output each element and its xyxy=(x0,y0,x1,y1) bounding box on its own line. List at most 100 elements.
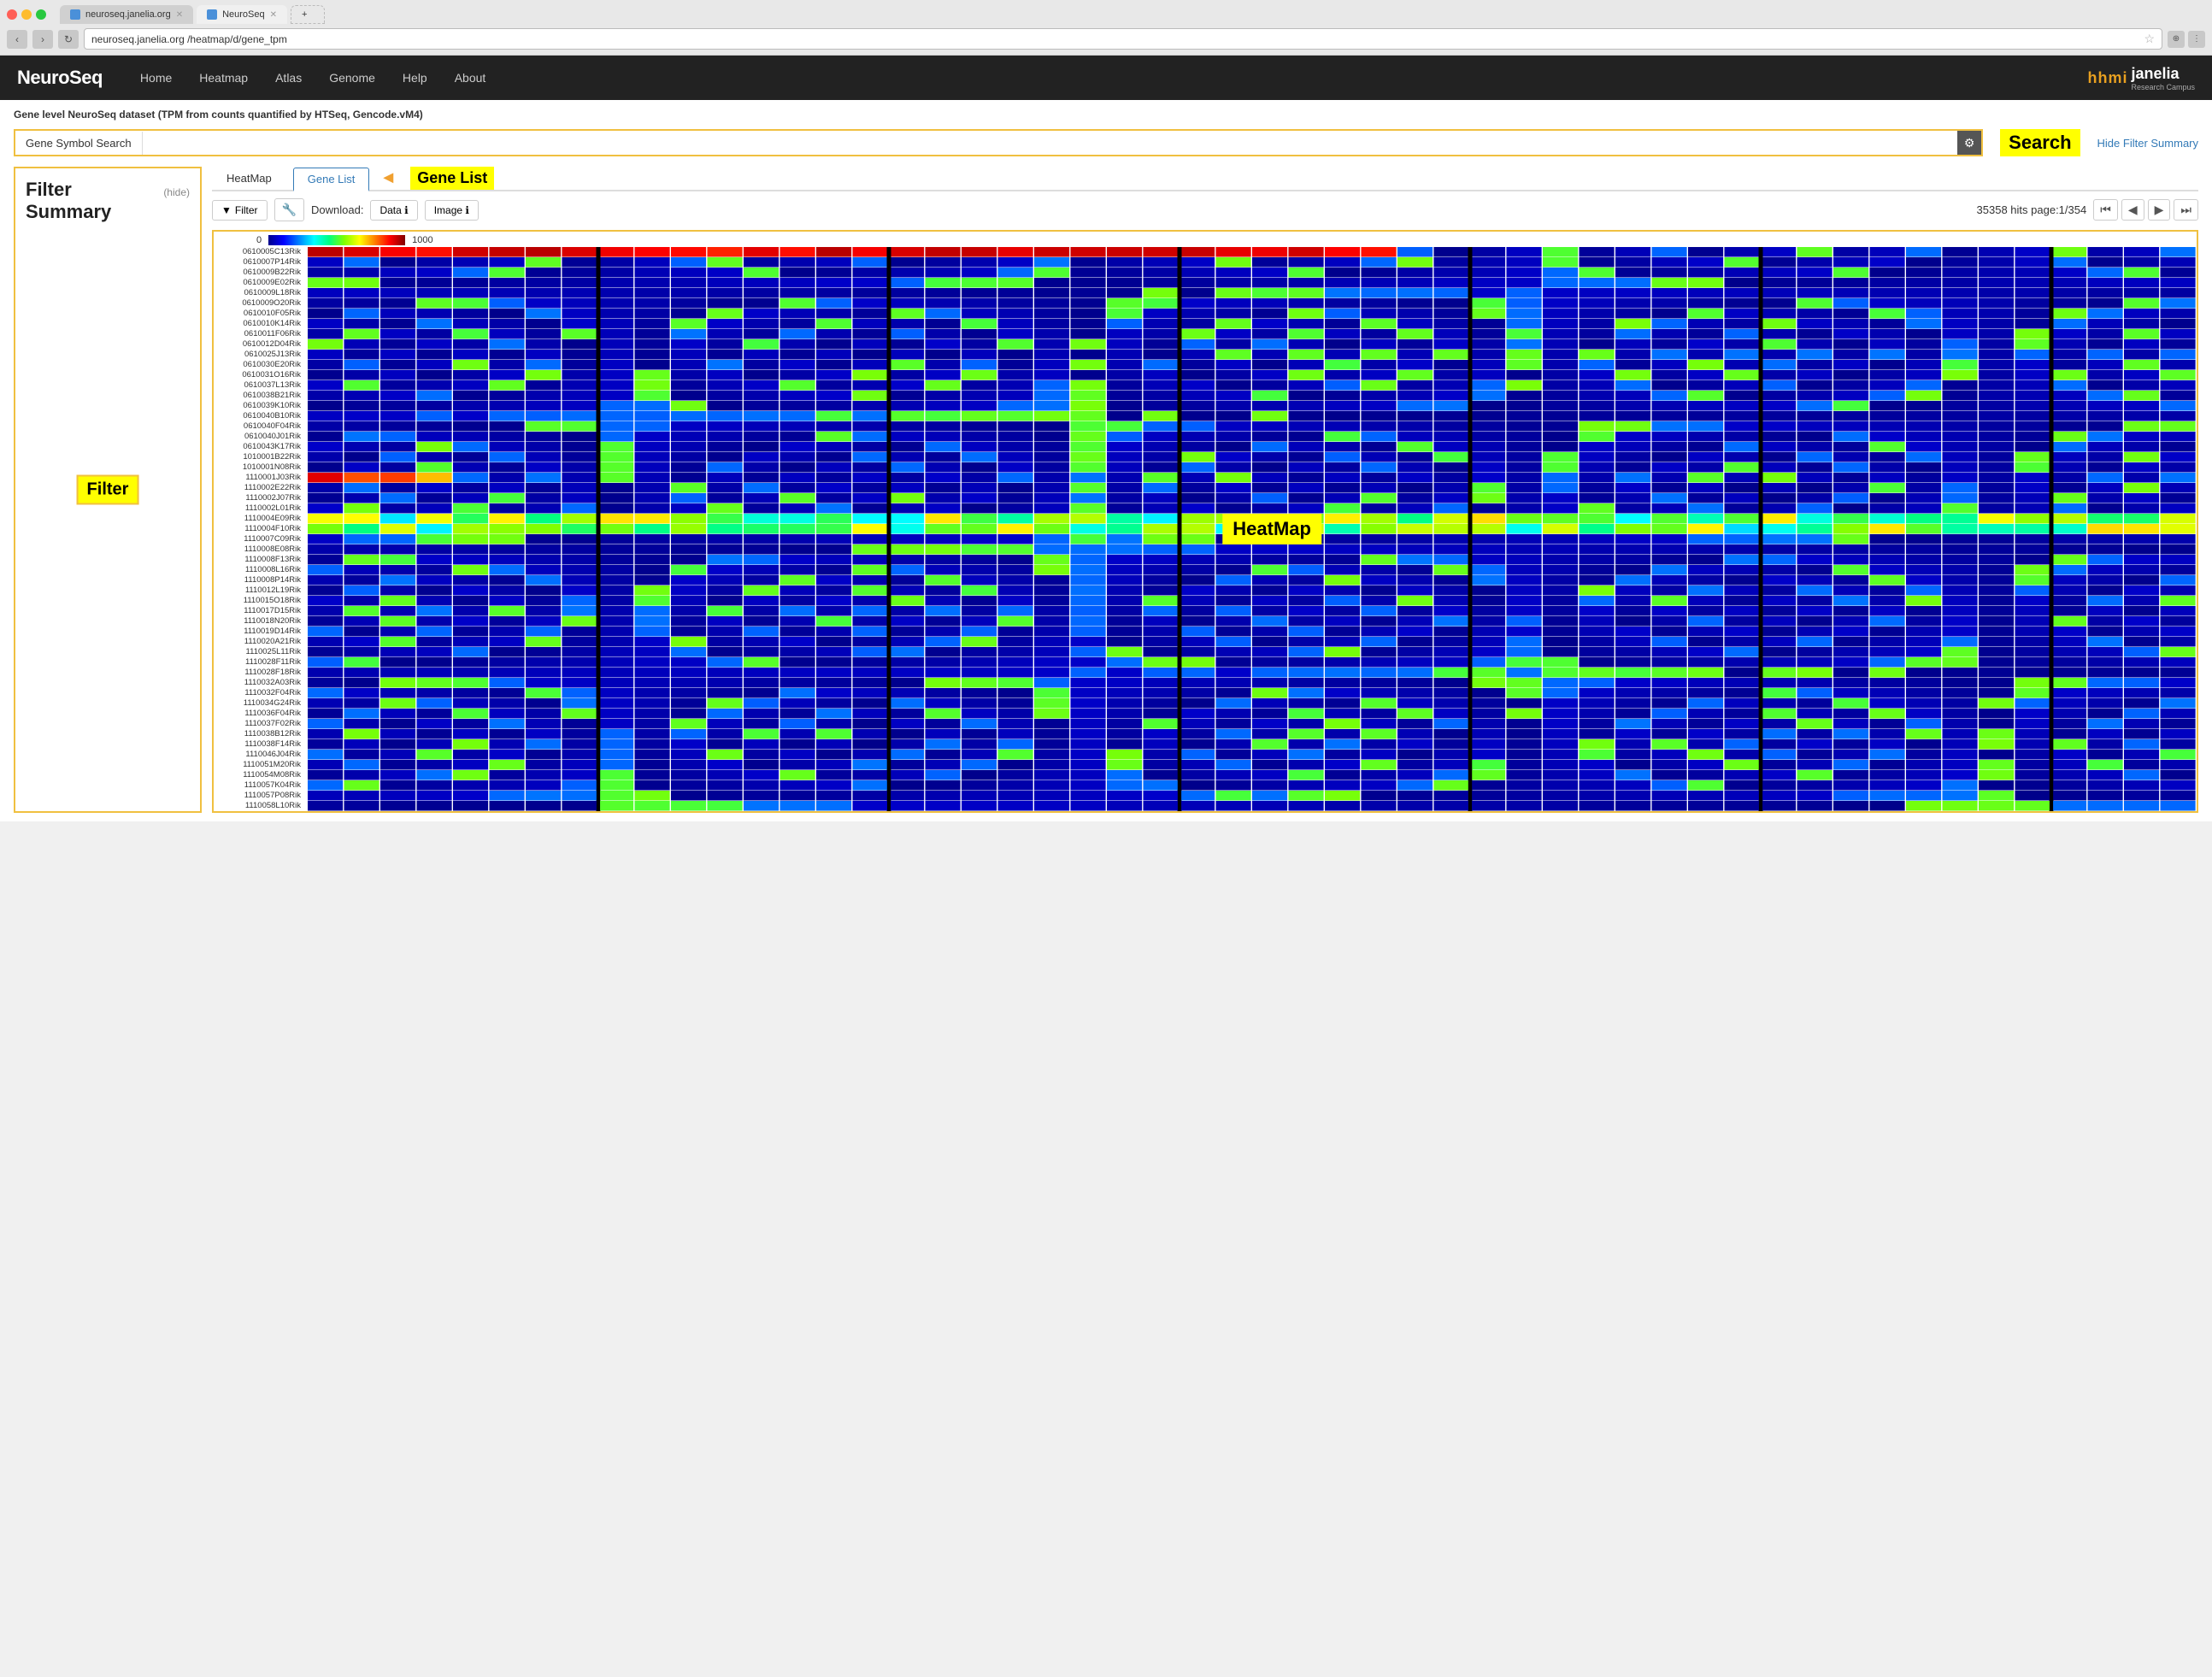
data-download-btn[interactable]: Data ℹ xyxy=(370,200,417,221)
tab-label-2: NeuroSeq xyxy=(222,9,265,20)
gene-label: 1110002J07Rik xyxy=(214,493,304,503)
image-download-btn[interactable]: Image ℹ xyxy=(425,200,479,221)
gene-label: 1110038F14Rik xyxy=(214,739,304,750)
nav-genome[interactable]: Genome xyxy=(317,66,387,90)
heatmap-grid: HeatMap xyxy=(308,247,2197,811)
hide-filter-link[interactable]: Hide Filter Summary xyxy=(2097,137,2198,150)
gene-label: 1010001B22Rik xyxy=(214,452,304,462)
gene-label: 0610009O20Rik xyxy=(214,298,304,309)
gene-label: 1110051M20Rik xyxy=(214,760,304,770)
gene-label: 0610040B10Rik xyxy=(214,411,304,421)
address-bar[interactable]: neuroseq.janelia.org /heatmap/d/gene_tpm… xyxy=(84,28,2162,50)
next-page-btn[interactable]: ▶ xyxy=(2148,199,2171,221)
nav-home[interactable]: Home xyxy=(128,66,184,90)
dataset-title: Gene level NeuroSeq dataset (TPM from co… xyxy=(14,109,2198,121)
filter-hide-btn[interactable]: (hide) xyxy=(163,186,190,198)
hhmi-logo: hhmi xyxy=(2087,69,2127,87)
nav-about[interactable]: About xyxy=(443,66,498,90)
gene-label: 1110028F11Rik xyxy=(214,657,304,668)
new-tab-btn[interactable]: + xyxy=(291,5,325,24)
reload-btn[interactable]: ↻ xyxy=(58,30,79,49)
nav-help[interactable]: Help xyxy=(391,66,439,90)
gene-label: 0610009B22Rik xyxy=(214,268,304,278)
nav-heatmap[interactable]: Heatmap xyxy=(187,66,260,90)
legend-max: 1000 xyxy=(412,235,432,245)
gene-label: 0610038B21Rik xyxy=(214,391,304,401)
minimize-window-btn[interactable] xyxy=(21,9,32,20)
back-btn[interactable]: ‹ xyxy=(7,30,27,49)
gene-label: 1110015O18Rik xyxy=(214,596,304,606)
gene-label: 1110037F02Rik xyxy=(214,719,304,729)
extensions-icon[interactable]: ⊕ xyxy=(2168,31,2185,48)
gene-label: 1110036F04Rik xyxy=(214,709,304,719)
gene-label: 0610040F04Rik xyxy=(214,421,304,432)
search-label: Gene Symbol Search xyxy=(15,132,143,155)
gene-label: 1110008L16Rik xyxy=(214,565,304,575)
gene-label: 0610025J13Rik xyxy=(214,350,304,360)
hits-info: 35358 hits page:1/354 xyxy=(1977,203,2087,216)
search-submit-btn[interactable]: ⚙ xyxy=(1957,131,1981,155)
page-content: Gene level NeuroSeq dataset (TPM from co… xyxy=(0,100,2212,821)
heatmap-svg xyxy=(308,247,2197,811)
gene-label: 1110038B12Rik xyxy=(214,729,304,739)
filter-panel: Filter Summary (hide) Filter xyxy=(14,167,202,813)
filter-icon: ▼ xyxy=(221,204,232,216)
legend-scale xyxy=(268,235,405,245)
gene-label: 1010001N08Rik xyxy=(214,462,304,473)
forward-btn[interactable]: › xyxy=(32,30,53,49)
filter-button[interactable]: ▼ Filter xyxy=(212,200,268,221)
gene-label: 1110028F18Rik xyxy=(214,668,304,678)
janelia-logo: janelia xyxy=(2131,65,2179,82)
nav-links: Home Heatmap Atlas Genome Help About xyxy=(128,66,2088,90)
gene-label: 1110032F04Rik xyxy=(214,688,304,698)
search-row: Gene Symbol Search ⚙ Search Hide Filter … xyxy=(14,129,2198,156)
search-annotation: Search xyxy=(2000,129,2080,156)
filter-annotation: Filter xyxy=(77,475,139,505)
controls-row: ▼ Filter 🔧 Download: Data ℹ Image ℹ 3535… xyxy=(212,198,2198,221)
wrench-button[interactable]: 🔧 xyxy=(274,198,304,221)
nav-atlas[interactable]: Atlas xyxy=(263,66,314,90)
gene-label: 0610012D04Rik xyxy=(214,339,304,350)
gene-label: 1110018N20Rik xyxy=(214,616,304,627)
menu-icon[interactable]: ⋮ xyxy=(2188,31,2205,48)
gene-label: 1110020A21Rik xyxy=(214,637,304,647)
gene-label: 0610007P14Rik xyxy=(214,257,304,268)
gene-label: 0610031O16Rik xyxy=(214,370,304,380)
browser-chrome: neuroseq.janelia.org ✕ NeuroSeq ✕ + ‹ › … xyxy=(0,0,2212,56)
browser-tab-2[interactable]: NeuroSeq ✕ xyxy=(197,5,287,24)
bookmark-icon[interactable]: ☆ xyxy=(2144,32,2155,46)
gene-label: 1110046J04Rik xyxy=(214,750,304,760)
gene-label: 1110025L11Rik xyxy=(214,647,304,657)
tab-favicon-2 xyxy=(207,9,217,20)
tab-close-1[interactable]: ✕ xyxy=(176,10,183,20)
search-input[interactable] xyxy=(143,132,1958,155)
gene-label: 1110008P14Rik xyxy=(214,575,304,585)
gene-label: 1110057K04Rik xyxy=(214,780,304,791)
prev-page-btn[interactable]: ◀ xyxy=(2121,199,2144,221)
gene-label: 1110012L19Rik xyxy=(214,585,304,596)
gene-label: 0610005C13Rik xyxy=(214,247,304,257)
content-area: HeatMap Gene List ◄ Gene List ▼ Filter 🔧… xyxy=(202,167,2198,813)
gene-label: 0610043K17Rik xyxy=(214,442,304,452)
maximize-window-btn[interactable] xyxy=(36,9,46,20)
url-path: /heatmap/d/gene_tpm xyxy=(187,33,287,45)
browser-tab-1[interactable]: neuroseq.janelia.org ✕ xyxy=(60,5,193,24)
tab-heatmap[interactable]: HeatMap xyxy=(212,167,286,190)
traffic-lights xyxy=(7,9,46,20)
gene-label: 0610010K14Rik xyxy=(214,319,304,329)
toolbar-icons: ⊕ ⋮ xyxy=(2168,31,2205,48)
app: NeuroSeq Home Heatmap Atlas Genome Help … xyxy=(0,56,2212,821)
tab-gene-list[interactable]: Gene List xyxy=(293,168,370,191)
close-window-btn[interactable] xyxy=(7,9,17,20)
tab-label-1: neuroseq.janelia.org xyxy=(85,9,171,20)
gene-label: 1110002L01Rik xyxy=(214,503,304,514)
browser-controls: ‹ › ↻ neuroseq.janelia.org /heatmap/d/ge… xyxy=(7,28,2205,50)
tab-close-2[interactable]: ✕ xyxy=(270,10,277,20)
gene-label: 1110057P08Rik xyxy=(214,791,304,801)
gene-label: 1110001J03Rik xyxy=(214,473,304,483)
first-page-btn[interactable]: ⏮ xyxy=(2093,199,2118,221)
gene-label: 0610039K10Rik xyxy=(214,401,304,411)
last-page-btn[interactable]: ⏭ xyxy=(2174,199,2198,221)
nav-brand: hhmi janelia Research Campus xyxy=(2087,65,2195,91)
gene-label: 0610009E02Rik xyxy=(214,278,304,288)
